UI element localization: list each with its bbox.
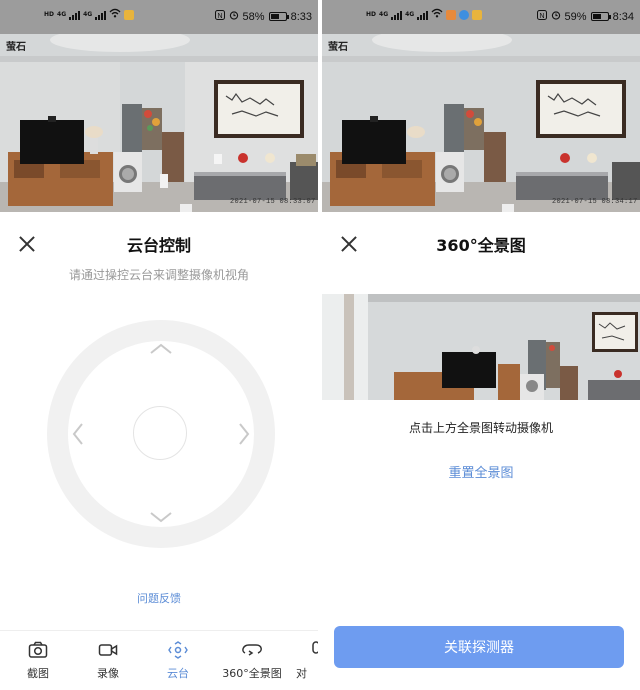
tab-record[interactable]: 录像 bbox=[78, 641, 138, 681]
clock: 8:34 bbox=[612, 10, 634, 23]
network-tag-2: 4G bbox=[405, 10, 415, 18]
hd-tag: HD bbox=[366, 10, 377, 18]
battery-icon bbox=[268, 12, 289, 21]
status-bar: HD 4G 4G N 58% 8:33 bbox=[0, 0, 318, 34]
tab-ptz[interactable]: 云台 bbox=[148, 641, 208, 681]
camera-timestamp: 2021-07-15 08:33:07 bbox=[230, 198, 316, 206]
battery-percent: 58% bbox=[242, 10, 265, 23]
app-notification-icon bbox=[446, 9, 457, 20]
panorama-scene bbox=[322, 294, 640, 400]
arrow-left-icon[interactable] bbox=[71, 422, 85, 446]
hd-tag: HD bbox=[44, 10, 55, 18]
arrow-up-icon[interactable] bbox=[149, 342, 173, 356]
network-tag: 4G bbox=[57, 10, 67, 18]
nfc-icon: N bbox=[214, 10, 225, 23]
battery-icon bbox=[590, 12, 611, 21]
battery-percent: 59% bbox=[564, 10, 587, 23]
tab-label: 截图 bbox=[27, 667, 49, 680]
joystick-center-button[interactable] bbox=[133, 406, 187, 460]
reset-panorama-link[interactable]: 重置全景图 bbox=[322, 462, 640, 481]
tab-label: 云台 bbox=[167, 667, 189, 680]
signal-icon-2 bbox=[95, 10, 107, 20]
status-left-icons: HD 4G 4G bbox=[44, 8, 135, 21]
brand-watermark: 萤石 bbox=[328, 42, 348, 53]
svg-text:N: N bbox=[539, 13, 544, 20]
room-scene bbox=[322, 34, 640, 212]
app-notification-icon bbox=[124, 9, 135, 20]
status-right-icons: N 59% 8:34 bbox=[536, 10, 634, 23]
panel-subtitle: 请通过操控云台来调整摄像机视角 bbox=[68, 268, 249, 282]
ptz-control-screen: HD 4G 4G N 58% 8:33 萤石 2021-07-15 08:33:… bbox=[0, 0, 318, 690]
tab-label: 录像 bbox=[97, 667, 119, 680]
panorama-image[interactable] bbox=[322, 294, 640, 400]
network-tag-2: 4G bbox=[83, 10, 93, 18]
status-right-icons: N 58% 8:33 bbox=[214, 10, 312, 23]
camera-feed[interactable]: 萤石 2021-07-15 08:33:07 bbox=[0, 34, 318, 212]
panel-title: 云台控制 bbox=[126, 236, 191, 255]
camera-icon bbox=[28, 641, 48, 658]
alarm-icon bbox=[229, 10, 239, 23]
panorama-screen: HD 4G 4G N 59% 8:34 萤石 2021-07-15 08:34:… bbox=[322, 0, 640, 690]
signal-icon-2 bbox=[417, 10, 429, 20]
tab-panorama[interactable]: 360°全景图 bbox=[216, 641, 288, 681]
tab-talk[interactable]: 对 bbox=[296, 641, 318, 681]
tab-screenshot[interactable]: 截图 bbox=[8, 641, 68, 681]
app-notification-icon-3 bbox=[472, 9, 483, 20]
svg-text:N: N bbox=[217, 13, 222, 20]
signal-icon bbox=[69, 10, 81, 20]
arrow-down-icon[interactable] bbox=[149, 510, 173, 524]
clock: 8:33 bbox=[290, 10, 312, 23]
comparison-screenshot: HD 4G 4G N 58% 8:33 萤石 2021-07-15 08:33:… bbox=[0, 0, 640, 690]
wifi-icon bbox=[109, 8, 121, 21]
status-bar: HD 4G 4G N 59% 8:34 bbox=[322, 0, 640, 34]
camera-feed[interactable]: 萤石 2021-07-15 08:34:17 bbox=[322, 34, 640, 212]
panorama-instruction: 点击上方全景图转动摄像机 bbox=[408, 421, 553, 435]
wifi-icon bbox=[431, 8, 443, 21]
tab-label: 对 bbox=[296, 667, 307, 680]
video-icon bbox=[98, 644, 118, 656]
brand-watermark: 萤石 bbox=[6, 42, 26, 53]
panorama-icon bbox=[242, 644, 262, 656]
mic-icon bbox=[312, 641, 318, 654]
panel-title: 360°全景图 bbox=[436, 236, 526, 255]
link-detector-button[interactable]: 关联探测器 bbox=[334, 626, 624, 668]
camera-timestamp: 2021-07-15 08:34:17 bbox=[552, 198, 638, 206]
nfc-icon: N bbox=[536, 10, 547, 23]
app-notification-icon-2 bbox=[459, 9, 470, 20]
arrow-right-icon[interactable] bbox=[237, 422, 251, 446]
room-scene bbox=[0, 34, 318, 212]
feedback-link[interactable]: 问题反馈 bbox=[0, 590, 318, 606]
alarm-icon bbox=[551, 10, 561, 23]
status-left-icons: HD 4G 4G bbox=[366, 8, 483, 21]
ptz-icon bbox=[168, 641, 188, 659]
signal-icon bbox=[391, 10, 403, 20]
tab-label: 360°全景图 bbox=[222, 667, 282, 680]
network-tag: 4G bbox=[379, 10, 389, 18]
bottom-tab-bar: 截图 录像 云台 360°全景图 对 bbox=[0, 630, 318, 690]
